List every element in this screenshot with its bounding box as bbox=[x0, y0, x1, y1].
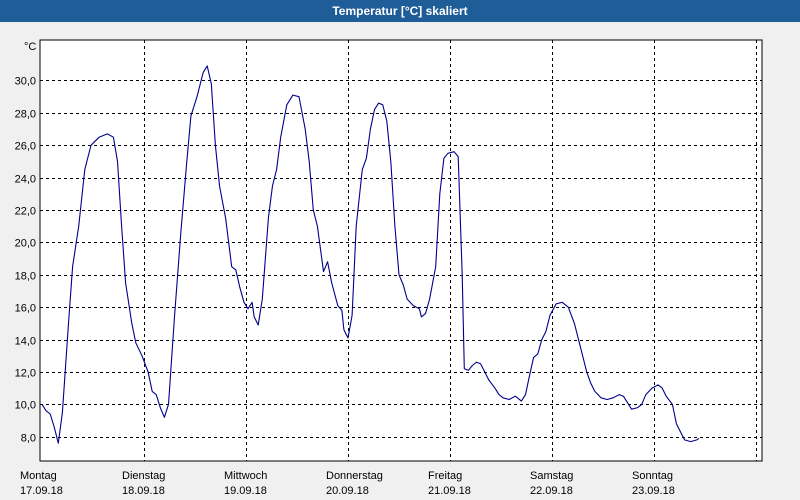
window-title: Temperatur [°C] skaliert bbox=[0, 0, 800, 22]
x-tick-date-label: 17.09.18 bbox=[20, 485, 63, 497]
y-tick-label: 30,0 bbox=[15, 76, 36, 88]
plot-area bbox=[39, 39, 763, 462]
y-tick-label: 22,0 bbox=[15, 206, 36, 218]
y-tick-label: 18,0 bbox=[15, 271, 36, 283]
x-tick-date-label: 19.09.18 bbox=[224, 485, 267, 497]
y-tick-label: 10,0 bbox=[15, 400, 36, 412]
y-tick-label: 26,0 bbox=[15, 141, 36, 153]
x-tick-day-label: Sonntag bbox=[632, 470, 673, 482]
x-tick-date-label: 18.09.18 bbox=[122, 485, 165, 497]
y-tick-label: 24,0 bbox=[15, 174, 36, 186]
x-tick-day-label: Samstag bbox=[530, 470, 573, 482]
y-tick-label: 14,0 bbox=[15, 336, 36, 348]
y-tick-label: 12,0 bbox=[15, 368, 36, 380]
y-tick-label: 28,0 bbox=[15, 109, 36, 121]
y-axis-ticks: 8,0 10,0 12,0 14,0 16,0 18,0 20,0 22,0 24,0 26,0 2… bbox=[15, 76, 36, 445]
x-tick-day-label: Dienstag bbox=[122, 470, 165, 482]
x-tick-day-label: Freitag bbox=[428, 470, 462, 482]
x-tick-date-label: 23.09.18 bbox=[632, 485, 675, 497]
x-tick-day-label: Mittwoch bbox=[224, 470, 267, 482]
x-tick-day-label: Montag bbox=[20, 470, 57, 482]
y-axis-unit-label: °C bbox=[24, 41, 36, 53]
x-tick-date-label: 20.09.18 bbox=[326, 485, 369, 497]
chart-window: Temperatur [°C] skaliert 8,0 10,0 12,0 14,0… bbox=[0, 0, 800, 500]
x-tick-date-label: 21.09.18 bbox=[428, 485, 471, 497]
temperature-chart: 8,0 10,0 12,0 14,0 16,0 18,0 20,0 22,0 24,0 26,0 2… bbox=[15, 39, 763, 497]
y-tick-label: 16,0 bbox=[15, 303, 36, 315]
x-axis-ticks: Montag 17.09.18 Dienstag 18.09.18 Mittwoch 19… bbox=[20, 470, 675, 497]
y-tick-label: 8,0 bbox=[21, 433, 36, 445]
x-tick-day-label: Donnerstag bbox=[326, 470, 383, 482]
x-tick-date-label: 22.09.18 bbox=[530, 485, 573, 497]
y-tick-label: 20,0 bbox=[15, 238, 36, 250]
